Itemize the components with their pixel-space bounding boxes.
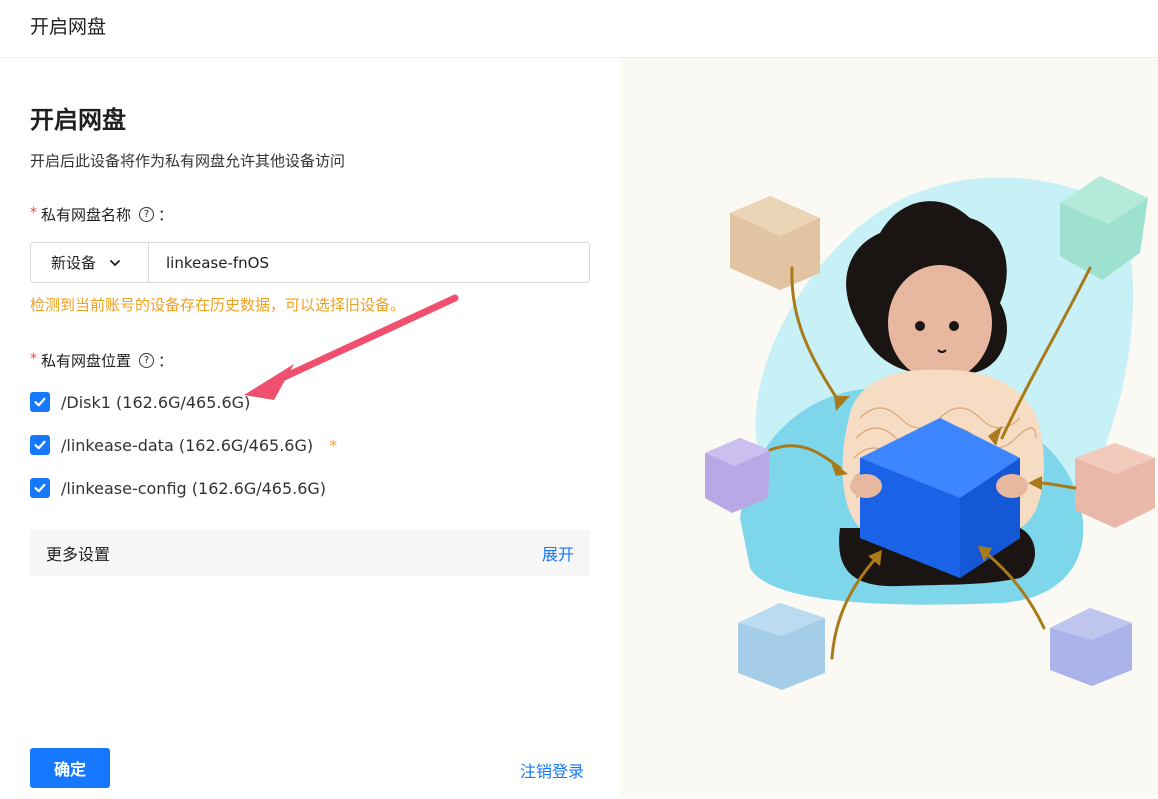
cube-blue-left [738, 603, 825, 690]
form-heading: 开启网盘 [30, 106, 126, 134]
checkbox[interactable] [30, 478, 50, 498]
check-icon [34, 397, 46, 407]
more-settings-label: 更多设置 [46, 545, 111, 564]
location-option-disk1[interactable]: /Disk1 (162.6G/465.6G) [30, 392, 250, 412]
name-field-label: * 私有网盘名称 ? ： [30, 204, 173, 225]
name-input-group: 新设备 [30, 242, 590, 283]
check-icon [34, 440, 46, 450]
form-subtitle: 开启后此设备将作为私有网盘允许其他设备访问 [30, 152, 346, 170]
illustration-panel [620, 58, 1158, 795]
check-icon [34, 483, 46, 493]
question-circle-icon[interactable]: ? [139, 353, 155, 368]
page-title: 开启网盘 [30, 16, 107, 38]
location-field-label: * 私有网盘位置 ? ： [30, 350, 173, 371]
device-select[interactable]: 新设备 [31, 243, 149, 282]
required-mark: * [30, 350, 37, 367]
logout-link[interactable]: 注销登录 [520, 758, 584, 782]
person-with-cubes-illustration [705, 176, 1155, 690]
option-mark: * [329, 435, 338, 455]
label-colon: ： [158, 352, 174, 370]
location-option-linkease-config[interactable]: /linkease-config (162.6G/465.6G) [30, 478, 326, 498]
cube-tan [730, 196, 820, 290]
checkbox[interactable] [30, 392, 50, 412]
option-label: /Disk1 (162.6G/465.6G) [61, 392, 251, 412]
more-settings-panel: 更多设置 展开 [30, 530, 590, 576]
device-select-value: 新设备 [51, 254, 97, 272]
option-label: /linkease-config (162.6G/465.6G) [61, 478, 327, 498]
chevron-down-icon [110, 259, 120, 266]
expand-link[interactable]: 展开 [542, 541, 574, 565]
question-circle-icon[interactable]: ? [139, 207, 155, 222]
disk-name-input[interactable] [149, 243, 589, 282]
location-option-linkease-data[interactable]: /linkease-data (162.6G/465.6G) * [30, 435, 337, 455]
cube-blue-right [1050, 608, 1132, 686]
history-warning: 检测到当前账号的设备存在历史数据，可以选择旧设备。 [30, 296, 406, 314]
location-label-text: 私有网盘位置 [41, 352, 132, 370]
name-label-text: 私有网盘名称 [41, 206, 132, 224]
label-colon: ： [158, 206, 174, 224]
confirm-button[interactable]: 确定 [30, 748, 110, 788]
option-label: /linkease-data (162.6G/465.6G) [61, 435, 314, 455]
required-mark: * [30, 204, 37, 221]
form-panel: 开启网盘 开启后此设备将作为私有网盘允许其他设备访问 * 私有网盘名称 ? ： … [0, 58, 620, 795]
cube-pink [1075, 443, 1155, 528]
checkbox[interactable] [30, 435, 50, 455]
top-bar: 开启网盘 [0, 0, 1158, 58]
